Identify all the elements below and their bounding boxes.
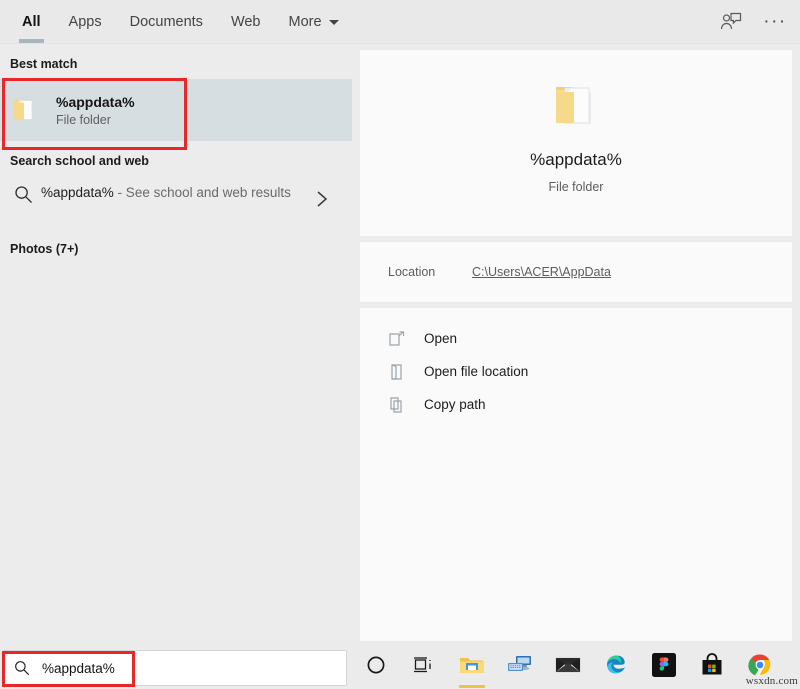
copy-icon: [388, 396, 418, 414]
open-folder-icon: [388, 363, 418, 381]
action-open-file-location[interactable]: Open file location: [360, 355, 792, 388]
preview-actions: Open Open file location: [360, 308, 792, 680]
tabbar-actions: ···: [716, 0, 790, 44]
best-match-heading: Best match: [0, 44, 352, 79]
tab-more[interactable]: More: [275, 0, 353, 44]
tab-documents[interactable]: Documents: [116, 0, 217, 44]
search-input-value: %appdata%: [42, 661, 115, 676]
results-pane: Best match %appdata% File folder Search …: [0, 44, 352, 641]
chevron-down-icon: [329, 20, 339, 25]
search-tabbar: All Apps Documents Web More: [0, 0, 800, 44]
remote-desktop-icon[interactable]: [496, 641, 544, 689]
tab-more-label: More: [289, 14, 322, 30]
open-external-icon: [388, 330, 418, 348]
edge-icon[interactable]: [592, 641, 640, 689]
tab-apps[interactable]: Apps: [55, 0, 116, 44]
tab-apps-label: Apps: [69, 14, 102, 30]
location-link[interactable]: C:\Users\ACER\AppData: [472, 265, 611, 279]
cortana-icon[interactable]: [352, 641, 400, 689]
task-view-icon[interactable]: [400, 641, 448, 689]
action-copy-path[interactable]: Copy path: [360, 388, 792, 421]
preview-title: %appdata%: [360, 150, 792, 170]
web-search-heading: Search school and web: [0, 141, 352, 176]
search-icon: [8, 185, 38, 204]
result-item-web-search[interactable]: %appdata% - See school and web results: [0, 176, 352, 232]
action-open[interactable]: Open: [360, 322, 792, 355]
action-open-label: Open: [424, 331, 457, 346]
preview-subtitle: File folder: [360, 180, 792, 194]
tab-all[interactable]: All: [8, 0, 55, 44]
taskbar-icons: [352, 641, 800, 689]
location-label: Location: [360, 265, 472, 279]
result-title: %appdata%: [56, 94, 135, 110]
search-flyout: All Apps Documents Web More: [0, 0, 800, 689]
preview-location-row: Location C:\Users\ACER\AppData: [360, 242, 792, 302]
tab-web[interactable]: Web: [217, 0, 275, 44]
ellipsis-icon[interactable]: ···: [760, 7, 790, 37]
photos-heading: Photos (7+): [0, 232, 352, 256]
taskbar: %appdata%: [0, 641, 800, 689]
microsoft-store-icon[interactable]: [688, 641, 736, 689]
folder-icon: [10, 95, 40, 125]
result-item-appdata[interactable]: %appdata% File folder: [0, 79, 352, 141]
folder-icon: [548, 78, 604, 134]
tab-web-label: Web: [231, 14, 261, 30]
result-subtitle: File folder: [56, 113, 135, 127]
figma-icon[interactable]: [640, 641, 688, 689]
person-feedback-icon[interactable]: [716, 7, 746, 37]
preview-pane: %appdata% File folder Location C:\Users\…: [352, 44, 800, 641]
file-explorer-icon[interactable]: [448, 641, 496, 689]
tab-all-label: All: [22, 14, 41, 30]
chevron-right-icon[interactable]: [316, 190, 328, 213]
web-result-query: %appdata%: [41, 185, 114, 200]
action-open-file-location-label: Open file location: [424, 364, 528, 379]
mail-icon[interactable]: [544, 641, 592, 689]
tab-list: All Apps Documents Web More: [8, 0, 353, 44]
result-text: %appdata% File folder: [56, 94, 135, 127]
tab-documents-label: Documents: [130, 14, 203, 30]
preview-header: %appdata% File folder: [360, 50, 792, 236]
search-icon: [14, 660, 30, 676]
ellipsis-label: ···: [763, 17, 786, 27]
web-result-text: %appdata% - See school and web results: [41, 183, 291, 203]
watermark: wsxdn.com: [746, 675, 798, 687]
action-copy-path-label: Copy path: [424, 397, 486, 412]
web-result-suffix: - See school and web results: [114, 185, 291, 200]
search-input[interactable]: %appdata%: [3, 650, 347, 686]
